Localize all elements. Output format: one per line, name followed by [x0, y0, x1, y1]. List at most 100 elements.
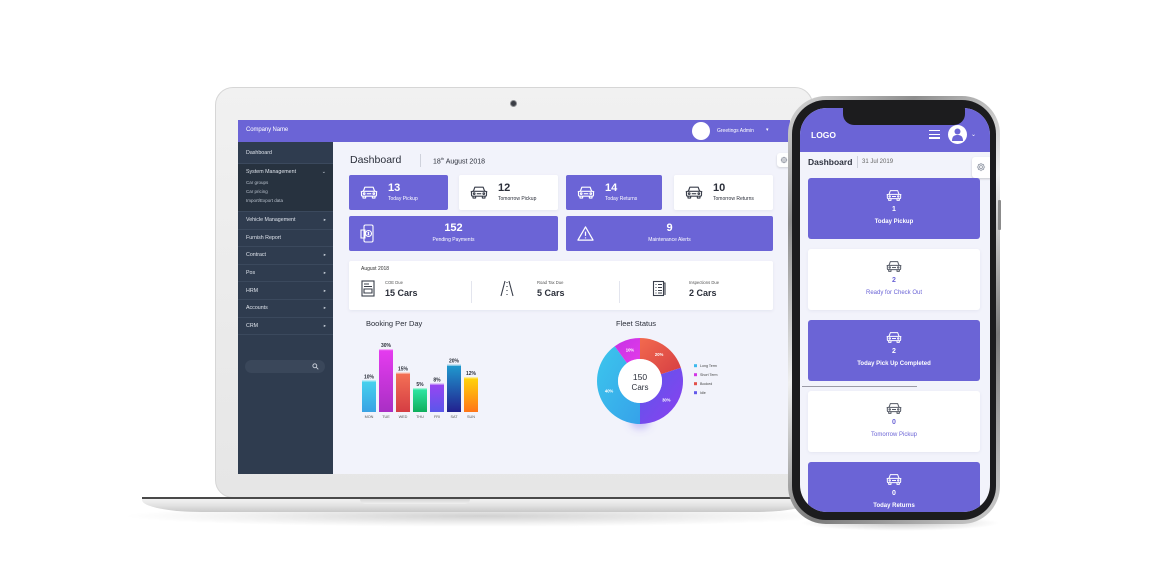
due-value: 5 Cars [537, 288, 565, 298]
car-icon [886, 402, 902, 414]
bar-highlight [379, 349, 393, 351]
sidebar-item-label: Pos [246, 270, 256, 277]
bar-wed[interactable] [396, 372, 410, 413]
sidebar-item-furnish-report[interactable]: Furnish Report [238, 230, 333, 248]
sidebar-item-vehicle-management[interactable]: Vehicle Management ▸ [238, 212, 333, 230]
due-item-inspections[interactable]: Inspections Due 2 Cars [619, 277, 773, 305]
car-icon [470, 185, 488, 199]
booking-chart: 10% MON 30% TUE 15% WED 5% THU 8% FRI 20% SAT 12% SUN [362, 343, 478, 419]
stat-card-tomorrow-pickup[interactable]: 12 Tomorrow Pickup [459, 175, 558, 210]
bar-highlight [447, 364, 461, 366]
card-label: Today Pickup [874, 219, 914, 225]
chevron-down-icon[interactable]: ▾ [766, 127, 769, 133]
laptop-camera [510, 100, 517, 107]
x-tick-label: TUE [382, 415, 390, 419]
card-today-returns[interactable]: 0 Today Returns [808, 462, 980, 512]
stat-card-pending-payments[interactable]: 152 Pending Payments [349, 216, 558, 251]
x-tick-label: FRI [434, 415, 440, 419]
laptop-screen: Company Name Greetings Admin ▾ Dashboard… [238, 120, 790, 474]
greeting-text[interactable]: Greetings Admin [717, 128, 754, 134]
stat-card-today-returns[interactable]: 14 Today Returns [566, 175, 662, 210]
bar-value-label: 12% [466, 371, 477, 377]
car-icon [886, 473, 902, 485]
sidebar: Dashboard System Management ⌄ Car groups… [238, 142, 333, 474]
sidebar-item-hrm[interactable]: HRM ▸ [238, 282, 333, 300]
chevron-down-icon[interactable]: ⌄ [971, 131, 976, 138]
sidebar-item-contract[interactable]: Contract ▸ [238, 247, 333, 265]
phone-screen: LOGO ⌄ Dashboard 31 Jul 2019 1 Today Pic… [800, 108, 990, 512]
stat-card-today-pickup[interactable]: 13 Today Pickup [349, 175, 448, 210]
logo[interactable]: LOGO [811, 130, 836, 140]
top-bar: Company Name Greetings Admin ▾ [238, 120, 790, 142]
stat-card-tomorrow-returns[interactable]: 10 Tomorrow Returns [674, 175, 773, 210]
x-tick-label: SUN [467, 415, 475, 419]
legend-label[interactable]: Idle [700, 391, 706, 395]
sidebar-subitem-car-pricing[interactable]: Car pricing [246, 189, 268, 194]
user-avatar[interactable] [692, 122, 710, 140]
stat-label: Tomorrow Pickup [498, 196, 537, 202]
stat-card-maintenance-alerts[interactable]: 9 Maintenance Alerts [566, 216, 773, 251]
sidebar-item-pos[interactable]: Pos ▸ [238, 265, 333, 283]
legend-swatch [694, 364, 697, 368]
date-day: 18 [433, 158, 441, 166]
card-today-pickup[interactable]: 1 Today Pickup [808, 178, 980, 239]
bar-thu[interactable] [413, 388, 427, 412]
page-date: 18th August 2018 [433, 156, 485, 165]
slice-label: 20% [655, 352, 664, 357]
sidebar-item-label: CRM [246, 322, 259, 329]
bar-sun[interactable] [464, 377, 478, 412]
sidebar-item-label: Furnish Report [246, 234, 282, 241]
due-item-coe[interactable]: COE Due 15 Cars [349, 277, 471, 305]
x-tick-label: SAT [450, 415, 458, 419]
donut-center-unit: Cars [632, 383, 649, 392]
bar-highlight [396, 372, 410, 374]
sidebar-group-system-management[interactable]: System Management ⌄ Car groups Car prici… [238, 164, 333, 212]
sidebar-item-crm[interactable]: CRM ▸ [238, 318, 333, 336]
stat-label: Maintenance Alerts [648, 237, 691, 243]
card-label: Today Pick Up Completed [857, 361, 931, 367]
card-tomorrow-pickup[interactable]: 0 Tomorrow Pickup [808, 391, 980, 452]
hamburger-menu-icon[interactable] [929, 130, 940, 139]
stat-label: Today Returns [605, 196, 638, 202]
legend-label[interactable]: Booked [700, 382, 712, 386]
sidebar-item-label: System Management [246, 169, 297, 175]
bar-sat[interactable] [447, 364, 461, 412]
sidebar-subitem-car-groups[interactable]: Car groups [246, 180, 268, 185]
legend-label[interactable]: Long Term [700, 364, 717, 368]
bar-mon[interactable] [362, 380, 376, 412]
search-icon[interactable] [312, 363, 319, 370]
user-avatar[interactable] [948, 125, 967, 144]
card-label: Ready for Check Out [865, 290, 923, 296]
sidebar-item-accounts[interactable]: Accounts ▸ [238, 300, 333, 318]
card-ready-for-checkout[interactable]: 2 Ready for Check Out [808, 249, 980, 310]
car-icon [577, 185, 595, 199]
legend-swatch [694, 382, 697, 386]
bar-highlight [464, 377, 478, 379]
due-item-road-tax[interactable]: Road Tax Due 5 Cars [471, 277, 619, 305]
due-panel: August 2018 COE Due 15 Cars Road Tax Due… [349, 261, 773, 310]
bar-value-label: 30% [381, 343, 392, 349]
bar-highlight [430, 383, 444, 385]
sidebar-item-dashboard[interactable]: Dashboard [238, 142, 333, 164]
due-label: Road Tax Due [537, 280, 564, 285]
sidebar-item-label: Accounts [246, 305, 268, 312]
settings-button[interactable] [972, 157, 990, 178]
due-label: COE Due [385, 280, 403, 285]
card-today-pickup-completed[interactable]: 2 Today Pick Up Completed [808, 320, 980, 381]
bar-highlight [362, 380, 376, 382]
card-value: 0 [892, 419, 896, 426]
sidebar-search-input[interactable] [245, 360, 325, 373]
sidebar-item-label: Vehicle Management [246, 217, 296, 224]
car-icon [886, 331, 902, 343]
due-period: August 2018 [361, 266, 390, 272]
sidebar-subitem-import-export[interactable]: Import/Export data [246, 198, 283, 203]
company-name[interactable]: Company Name [246, 127, 288, 133]
sidebar-item-label: HRM [246, 287, 259, 294]
legend-label[interactable]: Short Term [700, 373, 718, 377]
slice-label: 30% [662, 398, 671, 403]
bar-fri[interactable] [430, 383, 444, 412]
phone-notch [843, 108, 965, 125]
bar-tue[interactable] [379, 349, 393, 412]
fleet-chart-title: Fleet Status [616, 319, 657, 328]
car-icon [886, 189, 902, 201]
